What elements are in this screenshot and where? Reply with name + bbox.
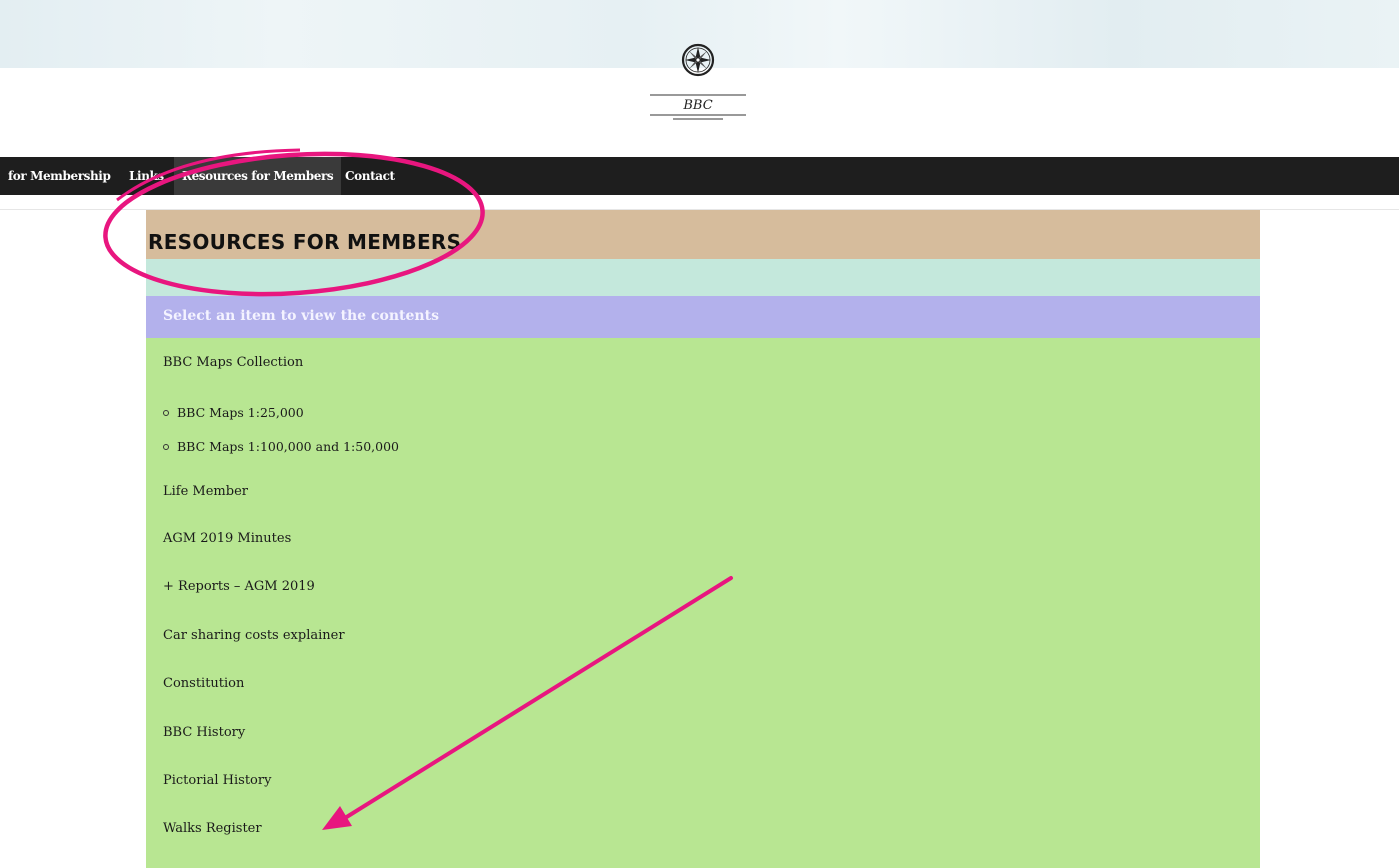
list-item-agm-reports[interactable]: + Reports – AGM 2019 bbox=[163, 579, 315, 594]
list-item-bbc-history[interactable]: BBC History bbox=[163, 725, 245, 740]
bullet-icon bbox=[163, 443, 169, 450]
list-item-maps-25000[interactable]: BBC Maps 1:25,000 bbox=[163, 405, 304, 420]
list-item-pictorial-history[interactable]: Pictorial History bbox=[163, 773, 271, 788]
resource-list: BBC Maps Collection BBC Maps 1:25,000 BB… bbox=[146, 338, 1260, 868]
select-prompt-bar: Select an item to view the contents bbox=[146, 296, 1260, 338]
list-item-label: BBC Maps 1:100,000 and 1:50,000 bbox=[177, 439, 399, 454]
list-item-car-sharing[interactable]: Car sharing costs explainer bbox=[163, 628, 345, 643]
main-nav: for Membership Links Resources for Membe… bbox=[0, 157, 1399, 195]
logo-text: BBC bbox=[683, 98, 713, 113]
list-item-agm-minutes[interactable]: AGM 2019 Minutes bbox=[163, 531, 291, 546]
main-content: RESOURCES FOR MEMBERS Select an item to … bbox=[146, 210, 1260, 868]
site-logo[interactable]: BBC bbox=[648, 36, 748, 128]
title-bar: RESOURCES FOR MEMBERS bbox=[146, 210, 1260, 259]
list-item-maps-100000[interactable]: BBC Maps 1:100,000 and 1:50,000 bbox=[163, 439, 399, 454]
compass-icon bbox=[650, 43, 746, 120]
nav-item-links[interactable]: Links bbox=[129, 157, 164, 195]
nav-item-resources[interactable]: Resources for Members bbox=[174, 157, 342, 195]
list-item-maps-collection[interactable]: BBC Maps Collection bbox=[163, 355, 303, 370]
list-item-constitution[interactable]: Constitution bbox=[163, 676, 244, 691]
nav-item-contact[interactable]: Contact bbox=[345, 157, 395, 195]
list-item-life-member[interactable]: Life Member bbox=[163, 484, 248, 499]
bullet-icon bbox=[163, 409, 169, 416]
select-prompt: Select an item to view the contents bbox=[163, 308, 439, 324]
page-title: RESOURCES FOR MEMBERS bbox=[148, 230, 462, 254]
spacer-bar bbox=[146, 259, 1260, 296]
nav-item-membership[interactable]: for Membership bbox=[8, 157, 111, 195]
list-item-walks-register[interactable]: Walks Register bbox=[163, 821, 262, 836]
list-item-label: BBC Maps 1:25,000 bbox=[177, 405, 304, 420]
